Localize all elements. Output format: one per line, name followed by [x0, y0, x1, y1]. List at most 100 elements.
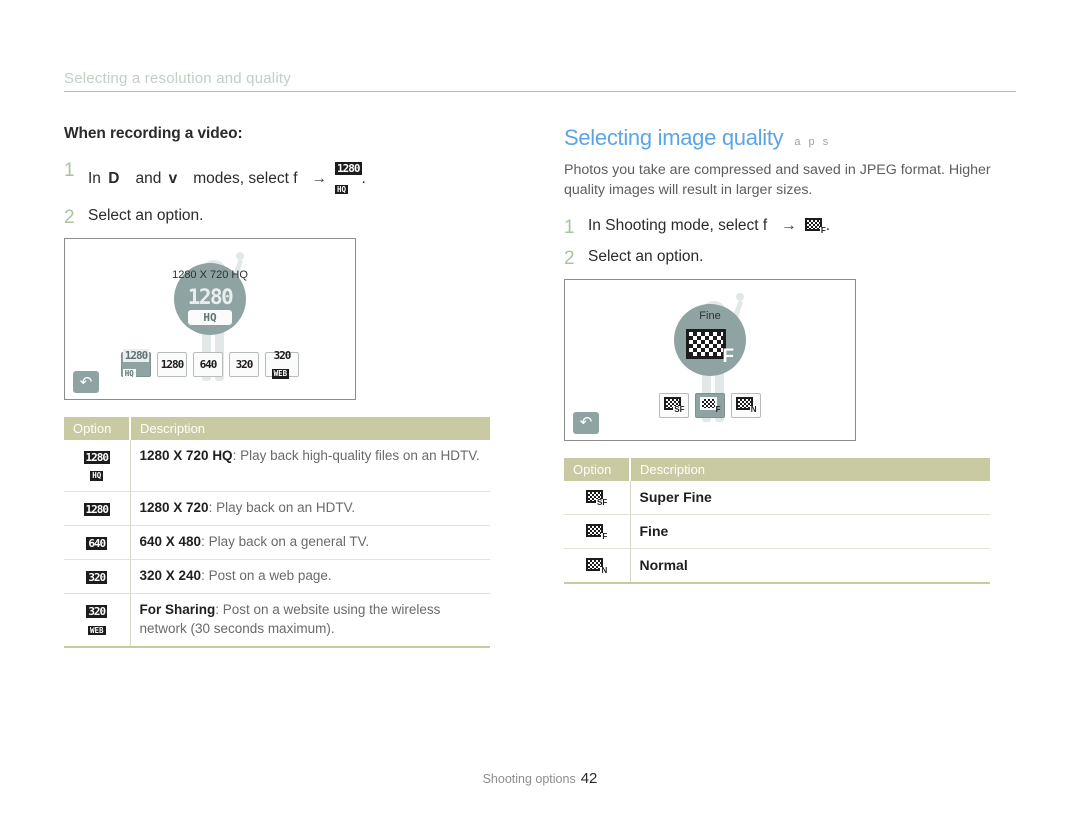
left-table-header-option: Option	[64, 417, 131, 441]
left-option-1280-top: 1280	[160, 358, 184, 372]
right-badge-quality-icon: F	[686, 328, 734, 366]
left-step-1-post: modes, select f	[193, 170, 298, 188]
left-badge-icon-top: 1280	[187, 284, 234, 309]
left-step-1-mid: and	[135, 170, 162, 188]
left-camera-screen: 1280 HQ 1280 X 720 HQ 1280 HQ 1280 640 3…	[64, 238, 356, 401]
page-title: Selecting image quality	[564, 125, 784, 150]
quality-fine-icon: F	[804, 218, 826, 236]
quality-super-fine-icon-mark: SF	[596, 498, 608, 508]
quality-normal-icon: N	[586, 558, 608, 576]
right-option-fine[interactable]: F	[695, 392, 725, 418]
section-title-row: Selecting image quality a p s	[564, 125, 1024, 151]
quality-fine-icon-mark: F	[601, 532, 608, 542]
right-row-2-label: Fine	[630, 514, 990, 549]
left-badge-label: 1280 X 720 HQ	[172, 269, 248, 282]
left-option-320[interactable]: 320	[229, 352, 259, 378]
left-row-2-desc: 1280 X 720: Play back on an HDTV.	[130, 491, 490, 527]
resolution-1280hq-icon-top: 1280	[335, 162, 362, 176]
table-row: 1280 HQ 1280 X 720 HQ: Play back high-qu…	[64, 440, 490, 493]
left-badge-icon-bottom: HQ	[187, 309, 233, 325]
left-step-1-period: .	[361, 170, 366, 188]
page-footer: Shooting options 42	[0, 770, 1080, 787]
right-step-1-body: In Shooting mode, select f → F .	[588, 216, 830, 236]
left-badge-resolution-icon: 1280 HQ	[187, 284, 234, 325]
left-step-2-text: Select an option.	[88, 207, 204, 225]
left-table-header-row: Option Description	[64, 417, 490, 441]
footer-section-label: Shooting options	[482, 772, 576, 786]
table-row: N Normal	[564, 548, 990, 585]
left-row-1-icon: 1280 HQ	[64, 440, 131, 493]
left-subheading: When recording a video:	[64, 125, 243, 142]
left-row-4-icon-top: 320	[86, 571, 108, 585]
left-option-640-top: 640	[199, 358, 218, 372]
left-row-3-desc: 640 X 480: Play back on a general TV.	[130, 525, 490, 561]
left-option-1280hq-top: 1280	[122, 348, 150, 362]
left-option-table: Option Description 1280 HQ 1280 X 720 HQ…	[64, 417, 490, 648]
left-step-2: 2 Select an option.	[64, 206, 524, 230]
left-row-2-icon: 1280	[64, 491, 131, 527]
section-description: Photos you take are compressed and saved…	[564, 162, 991, 199]
right-option-table: Option Description SF Super Fine F Fine …	[564, 457, 990, 585]
left-row-5-icon-top: 320	[86, 605, 108, 619]
table-row: 640 640 X 480: Play back on a general TV…	[64, 525, 490, 561]
quality-fine-icon-mark: F	[715, 405, 721, 415]
right-step-1: 1 In Shooting mode, select f → F .	[564, 216, 1024, 240]
left-row-1-icon-top: 1280	[83, 450, 110, 464]
right-arrow-icon: →	[311, 170, 328, 188]
right-step-1-number: 1	[564, 217, 575, 239]
left-row-4-title: 320 X 240	[139, 568, 202, 584]
quality-fine-icon: F	[699, 397, 721, 415]
left-row-1-icon-bottom: HQ	[90, 471, 104, 481]
left-option-320-top: 320	[235, 358, 254, 372]
quality-fine-icon-mark: F	[819, 226, 826, 236]
table-row: 1280 1280 X 720: Play back on an HDTV.	[64, 491, 490, 527]
right-step-2: 2 Select an option.	[564, 247, 1024, 271]
left-row-5-desc: For Sharing: Post on a website using the…	[130, 593, 490, 648]
left-step-1-pre: In	[88, 170, 101, 188]
left-table-header-description: Description	[130, 417, 490, 441]
right-row-3-icon: N	[564, 548, 631, 585]
left-step-1-number: 1	[64, 160, 75, 181]
left-row-1-text: : Play back high-quality files on an HDT…	[232, 448, 480, 464]
right-row-1-icon: SF	[564, 480, 631, 515]
running-head-text: Selecting a resolution and quality	[64, 70, 291, 87]
right-step-1-pre: In Shooting mode, select f	[588, 217, 768, 235]
right-table-header-option: Option	[564, 457, 631, 481]
left-row-3-icon-top: 640	[86, 537, 108, 551]
right-row-3-label: Normal	[630, 548, 990, 585]
right-badge-quality-icon-frame	[686, 328, 726, 359]
right-option-normal[interactable]: N	[731, 392, 761, 418]
left-option-320web-bottom: WEB	[271, 369, 290, 379]
left-row-3-icon: 640	[64, 525, 131, 561]
right-arrow-icon: →	[781, 217, 797, 235]
table-row: F Fine	[564, 514, 990, 549]
left-row-2-title: 1280 X 720	[139, 500, 209, 516]
left-option-640[interactable]: 640	[193, 352, 223, 378]
left-row-3-text: : Play back on a general TV.	[201, 534, 370, 550]
quality-normal-icon-mark: N	[749, 405, 757, 415]
running-head-rule	[64, 91, 1016, 92]
left-step-1-body: In D and v modes, select f → 1280 HQ .	[88, 159, 366, 199]
left-option-320web[interactable]: 320 WEB	[265, 350, 299, 379]
left-option-1280hq[interactable]: 1280 HQ	[121, 348, 151, 379]
left-row-4-desc: 320 X 240: Post on a web page.	[130, 559, 490, 595]
left-row-5-icon-bottom: WEB	[87, 625, 106, 636]
right-row-1-label: Super Fine	[630, 480, 990, 515]
left-row-4-icon: 320	[64, 559, 131, 595]
left-step-1: 1 In D and v modes, select f → 1280 HQ .	[64, 159, 524, 199]
back-arrow-icon[interactable]: ↶	[73, 371, 99, 394]
back-arrow-icon[interactable]: ↶	[573, 411, 599, 434]
quality-normal-icon: N	[735, 397, 757, 415]
mode-glyph-d: D	[108, 170, 120, 188]
left-row-5-icon: 320 WEB	[64, 593, 131, 648]
left-row-1-desc: 1280 X 720 HQ: Play back high-quality fi…	[130, 440, 490, 493]
left-row-2-icon-top: 1280	[83, 503, 110, 517]
left-column: When recording a video: 1 In D and v mod…	[64, 125, 524, 648]
running-head: Selecting a resolution and quality	[64, 70, 1016, 92]
table-row: 320 WEB For Sharing: Post on a website u…	[64, 593, 490, 648]
right-option-super-fine[interactable]: SF	[659, 392, 689, 418]
table-row: 320 320 X 240: Post on a web page.	[64, 559, 490, 595]
left-option-1280[interactable]: 1280	[157, 352, 187, 378]
supported-modes-label: a p s	[794, 136, 831, 148]
left-option-row: 1280 HQ 1280 640 320 320 WEB	[121, 348, 299, 379]
